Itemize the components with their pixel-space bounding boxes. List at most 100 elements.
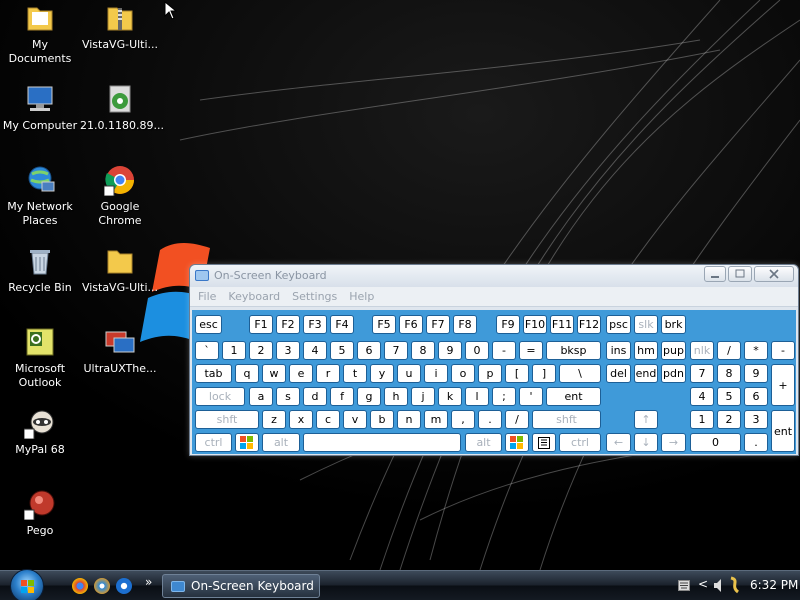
key-left-ctrl[interactable]: ctrl xyxy=(195,433,232,452)
key-psc[interactable]: psc xyxy=(606,315,631,334)
key-right-bracket[interactable]: ] xyxy=(532,364,556,383)
key-arrow-left[interactable]: ← xyxy=(606,433,631,452)
speaker-icon[interactable] xyxy=(712,577,724,594)
key-left-windows[interactable] xyxy=(235,433,259,452)
key-t[interactable]: t xyxy=(343,364,367,383)
key-num-3[interactable]: 3 xyxy=(744,410,768,429)
key-backslash[interactable]: \ xyxy=(559,364,601,383)
key-right-ctrl[interactable]: ctrl xyxy=(559,433,601,452)
key-equals[interactable]: = xyxy=(519,341,543,360)
menu-keyboard[interactable]: Keyboard xyxy=(228,290,280,303)
key-num-lock[interactable]: nlk xyxy=(690,341,714,360)
key-period[interactable]: . xyxy=(478,410,502,429)
key-menu[interactable] xyxy=(532,433,556,452)
key-delete[interactable]: del xyxy=(606,364,631,383)
key-f11[interactable]: F11 xyxy=(550,315,574,334)
key-space[interactable] xyxy=(303,433,461,452)
key-left-alt[interactable]: alt xyxy=(262,433,300,452)
quicklaunch-overflow[interactable]: » xyxy=(145,575,152,589)
keyboard-tray-icon[interactable] xyxy=(678,580,690,591)
key-f3[interactable]: F3 xyxy=(303,315,327,334)
key-s[interactable]: s xyxy=(276,387,300,406)
key-0[interactable]: 0 xyxy=(465,341,489,360)
key-brk[interactable]: brk xyxy=(661,315,686,334)
key-page-down[interactable]: pdn xyxy=(661,364,686,383)
key-j[interactable]: j xyxy=(411,387,435,406)
key-backtick[interactable]: ` xyxy=(195,341,219,360)
key-x[interactable]: x xyxy=(289,410,313,429)
key-b[interactable]: b xyxy=(370,410,394,429)
menu-settings[interactable]: Settings xyxy=(292,290,337,303)
quicklaunch-chrome-icon[interactable] xyxy=(72,578,88,594)
desktop-icon-ultrauxtheme[interactable]: UltraUXThe... xyxy=(80,326,160,376)
close-button[interactable] xyxy=(754,266,794,282)
key-slash[interactable]: / xyxy=(505,410,529,429)
key-home[interactable]: hm xyxy=(634,341,658,360)
desktop-icon-my-documents[interactable]: My Documents xyxy=(0,2,80,66)
key-tab[interactable]: tab xyxy=(195,364,232,383)
key-4[interactable]: 4 xyxy=(303,341,327,360)
key-arrow-up[interactable]: ↑ xyxy=(634,410,658,429)
start-button[interactable] xyxy=(10,569,44,600)
key-page-up[interactable]: pup xyxy=(661,341,686,360)
key-arrow-right[interactable]: → xyxy=(661,433,686,452)
maximize-button[interactable] xyxy=(728,266,752,282)
key-m[interactable]: m xyxy=(424,410,448,429)
menu-help[interactable]: Help xyxy=(349,290,374,303)
menu-file[interactable]: File xyxy=(198,290,216,303)
key-8[interactable]: 8 xyxy=(411,341,435,360)
key-k[interactable]: k xyxy=(438,387,462,406)
key-num-enter[interactable]: ent xyxy=(771,410,795,452)
key-v[interactable]: v xyxy=(343,410,367,429)
key-c[interactable]: c xyxy=(316,410,340,429)
minimize-button[interactable] xyxy=(704,266,726,282)
key-quote[interactable]: ' xyxy=(519,387,543,406)
key-g[interactable]: g xyxy=(357,387,381,406)
desktop-icon-my-network-places[interactable]: My Network Places xyxy=(0,164,80,228)
key-6[interactable]: 6 xyxy=(357,341,381,360)
key-y[interactable]: y xyxy=(370,364,394,383)
key-num-divide[interactable]: / xyxy=(717,341,741,360)
key-5[interactable]: 5 xyxy=(330,341,354,360)
key-f4[interactable]: F4 xyxy=(330,315,354,334)
key-num-minus[interactable]: - xyxy=(771,341,795,360)
taskbar-item-on-screen-keyboard[interactable]: On-Screen Keyboard xyxy=(162,574,320,598)
desktop-icon-vistavg-zip[interactable]: VistaVG-Ulti... xyxy=(80,2,160,52)
key-num-plus[interactable]: + xyxy=(771,364,795,406)
key-w[interactable]: w xyxy=(262,364,286,383)
key-f6[interactable]: F6 xyxy=(399,315,423,334)
key-d[interactable]: d xyxy=(303,387,327,406)
desktop-icon-mypal[interactable]: MyPal 68 xyxy=(0,407,80,457)
key-end[interactable]: end xyxy=(634,364,658,383)
key-num-decimal[interactable]: . xyxy=(744,433,768,452)
desktop-icon-vistavg-folder[interactable]: VistaVG-Ulti... xyxy=(80,245,160,295)
key-num-6[interactable]: 6 xyxy=(744,387,768,406)
key-right-shift[interactable]: shft xyxy=(532,410,601,429)
desktop-icon-google-chrome[interactable]: Google Chrome xyxy=(80,164,160,228)
key-f2[interactable]: F2 xyxy=(276,315,300,334)
key-minus[interactable]: - xyxy=(492,341,516,360)
desktop-icon-recycle-bin[interactable]: Recycle Bin xyxy=(0,245,80,295)
key-num-5[interactable]: 5 xyxy=(717,387,741,406)
key-f9[interactable]: F9 xyxy=(496,315,520,334)
key-left-shift[interactable]: shft xyxy=(195,410,259,429)
key-num-multiply[interactable]: * xyxy=(744,341,768,360)
desktop-icon-pego[interactable]: Pego xyxy=(0,488,80,538)
key-2[interactable]: 2 xyxy=(249,341,273,360)
key-9[interactable]: 9 xyxy=(438,341,462,360)
key-num-2[interactable]: 2 xyxy=(717,410,741,429)
desktop-icon-my-computer[interactable]: My Computer xyxy=(0,83,80,133)
key-a[interactable]: a xyxy=(249,387,273,406)
desktop-icon-installer[interactable]: 21.0.1180.89... xyxy=(80,83,164,133)
key-u[interactable]: u xyxy=(397,364,421,383)
key-o[interactable]: o xyxy=(451,364,475,383)
key-right-alt[interactable]: alt xyxy=(465,433,502,452)
key-n[interactable]: n xyxy=(397,410,421,429)
key-num-4[interactable]: 4 xyxy=(690,387,714,406)
key-right-windows[interactable] xyxy=(505,433,529,452)
key-p[interactable]: p xyxy=(478,364,502,383)
desktop-icon-microsoft-outlook[interactable]: Microsoft Outlook xyxy=(0,326,80,390)
key-i[interactable]: i xyxy=(424,364,448,383)
key-semicolon[interactable]: ; xyxy=(492,387,516,406)
key-e[interactable]: e xyxy=(289,364,313,383)
